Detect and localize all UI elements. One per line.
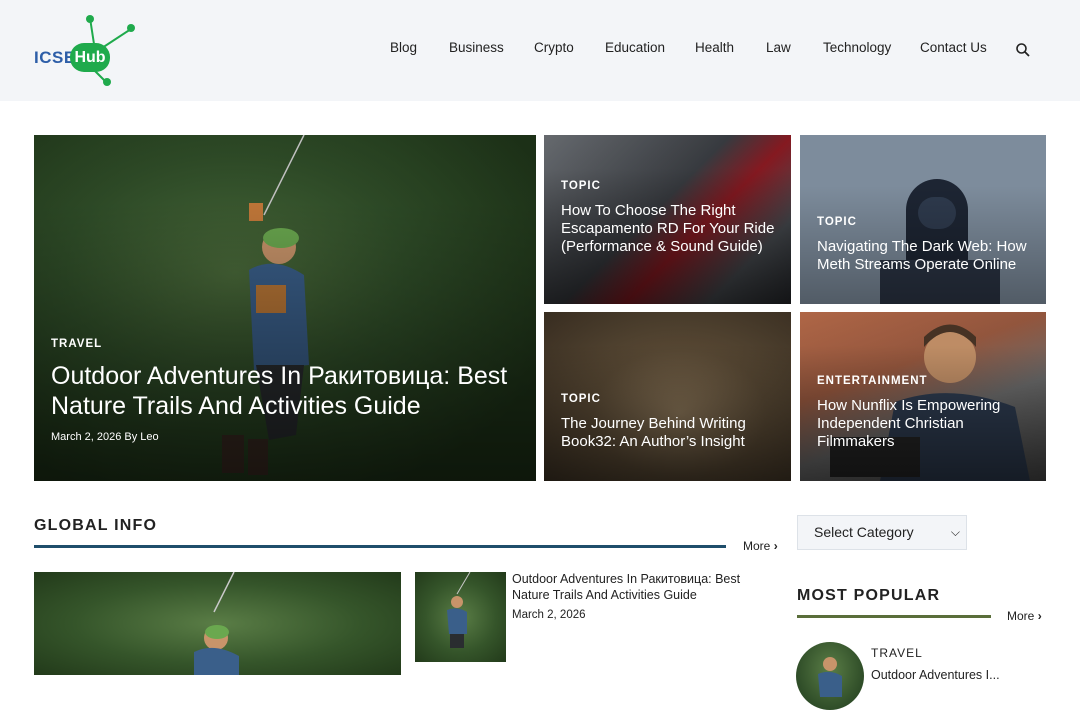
most-popular-rule — [797, 615, 991, 618]
featured-card-category[interactable]: TOPIC — [561, 393, 601, 405]
featured-main-category[interactable]: TRAVEL — [51, 338, 102, 350]
nav-crypto[interactable]: Crypto — [534, 40, 574, 55]
global-info-side-date: March 2, 2026 — [512, 609, 586, 621]
featured-card-title[interactable]: How To Choose The Right Escapamento RD F… — [561, 202, 776, 256]
featured-card-nunflix[interactable]: ENTERTAINMENT How Nunflix Is Empowering … — [800, 312, 1046, 481]
global-info-side-title[interactable]: Outdoor Adventures In Ракитовица: Best N… — [512, 572, 762, 603]
featured-card-category[interactable]: TOPIC — [561, 180, 601, 192]
featured-main-card[interactable]: TRAVEL Outdoor Adventures In Ракитовица:… — [34, 135, 536, 481]
featured-card-escapamento[interactable]: TOPIC How To Choose The Right Escapament… — [544, 135, 791, 304]
popular-item-title[interactable]: Outdoor Adventures I... — [871, 668, 1000, 682]
global-info-main-image[interactable] — [34, 572, 401, 675]
nav-education[interactable]: Education — [605, 40, 665, 55]
featured-card-book32[interactable]: TOPIC The Journey Behind Writing Book32:… — [544, 312, 791, 481]
nav-law[interactable]: Law — [766, 40, 791, 55]
featured-card-dark-web[interactable]: TOPIC Navigating The Dark Web: How Meth … — [800, 135, 1046, 304]
featured-card-title[interactable]: How Nunflix Is Empowering Independent Ch… — [817, 397, 1032, 451]
nav-contact-us[interactable]: Contact Us — [920, 40, 987, 55]
featured-card-category[interactable]: TOPIC — [817, 216, 857, 228]
most-popular-heading: MOST POPULAR — [797, 587, 941, 604]
popular-item-category[interactable]: TRAVEL — [871, 646, 923, 660]
featured-card-category[interactable]: ENTERTAINMENT — [817, 375, 928, 387]
global-info-heading: GLOBAL INFO — [34, 517, 158, 534]
category-select[interactable]: Select Category ⌵ — [797, 515, 967, 550]
global-info-side-thumbnail[interactable] — [415, 572, 506, 662]
featured-card-title[interactable]: Navigating The Dark Web: How Meth Stream… — [817, 238, 1032, 274]
nav-health[interactable]: Health — [695, 40, 734, 55]
chevron-down-icon: ⌵ — [950, 525, 960, 539]
global-info-rule — [34, 545, 726, 548]
main-nav: Blog Business Crypto Education Health La… — [0, 40, 1080, 60]
site-header: ICSE Hub Blog Business Crypto Education … — [0, 0, 1080, 101]
featured-card-title[interactable]: The Journey Behind Writing Book32: An Au… — [561, 415, 776, 451]
nav-blog[interactable]: Blog — [390, 40, 417, 55]
featured-main-meta: March 2, 2026 By Leo — [51, 431, 159, 443]
most-popular-more-link[interactable]: More › — [1007, 609, 1042, 623]
search-icon[interactable] — [1015, 42, 1031, 58]
nav-business[interactable]: Business — [449, 40, 504, 55]
featured-main-title[interactable]: Outdoor Adventures In Ракитовица: Best N… — [51, 361, 521, 421]
global-info-more-link[interactable]: More › — [743, 539, 778, 553]
popular-item-thumbnail[interactable] — [796, 642, 864, 710]
nav-technology[interactable]: Technology — [823, 40, 891, 55]
